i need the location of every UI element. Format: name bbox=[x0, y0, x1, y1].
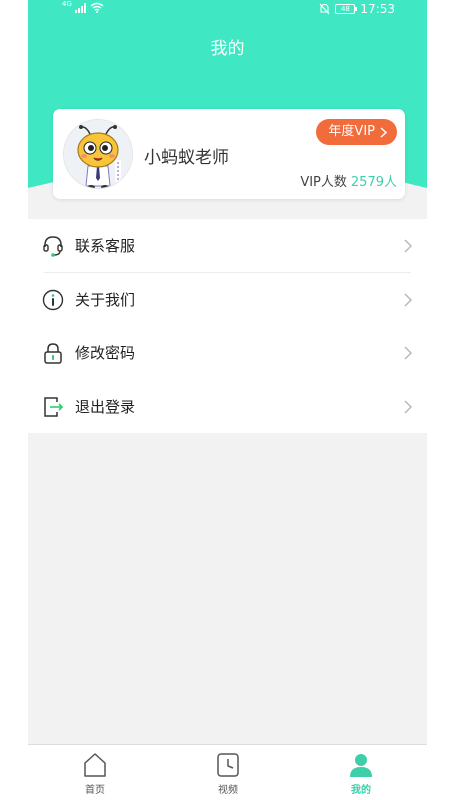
lock-icon bbox=[44, 342, 62, 364]
wifi-icon bbox=[90, 2, 104, 13]
nav-label-video: 视频 bbox=[218, 785, 238, 796]
menu-item-label: 退出登录 bbox=[75, 398, 136, 416]
chevron-right-icon bbox=[380, 126, 387, 138]
chevron-right-icon bbox=[404, 293, 412, 306]
vip-badge-label: 年度VIP bbox=[328, 124, 375, 139]
menu-item-about-us[interactable]: 关于我们 bbox=[28, 273, 427, 326]
avatar[interactable] bbox=[63, 119, 133, 189]
menu-item-label: 联系客服 bbox=[75, 237, 136, 255]
ant-mascot-avatar-icon bbox=[64, 120, 132, 188]
signal-icon bbox=[74, 2, 86, 13]
status-time: 17:53 bbox=[360, 2, 395, 16]
logout-icon bbox=[44, 396, 64, 417]
mute-bell-icon bbox=[319, 3, 330, 15]
vip-count: VIP人数 2579人 bbox=[300, 171, 397, 190]
status-left: 4G bbox=[62, 0, 104, 13]
profile-card[interactable]: 小蚂蚁老师 年度VIP VIP人数 2579人 bbox=[53, 109, 405, 199]
nav-tab-home[interactable]: 首页 bbox=[55, 745, 135, 800]
menu-item-label: 关于我们 bbox=[75, 291, 136, 309]
home-icon bbox=[84, 753, 106, 777]
status-bar: 4G 48 17:53 bbox=[28, 0, 427, 20]
menu-item-logout[interactable]: 退出登录 bbox=[28, 380, 427, 433]
info-icon bbox=[42, 289, 64, 310]
nav-tab-video[interactable]: 视频 bbox=[188, 745, 268, 800]
page-title: 我的 bbox=[210, 39, 245, 59]
nav-tab-mine[interactable]: 我的 bbox=[321, 745, 401, 800]
username: 小蚂蚁老师 bbox=[144, 148, 229, 168]
bottom-nav: 首页 视频 我的 bbox=[28, 744, 427, 800]
vip-badge[interactable]: 年度VIP bbox=[316, 119, 397, 145]
chevron-right-icon bbox=[404, 239, 412, 252]
person-icon bbox=[350, 754, 372, 777]
chevron-right-icon bbox=[404, 400, 412, 413]
app-root: 4G 48 17:53 我的 小蚂蚁老师 年度VIP VIP人数 2579人 联… bbox=[28, 0, 427, 800]
settings-menu: 联系客服 关于我们 修改密码 退出登录 bbox=[28, 219, 427, 433]
chevron-right-icon bbox=[404, 346, 412, 359]
clock-icon bbox=[217, 753, 239, 777]
nav-label-mine: 我的 bbox=[351, 785, 371, 796]
battery-indicator: 48 bbox=[335, 4, 358, 14]
nav-label-home: 首页 bbox=[85, 785, 105, 796]
menu-item-change-password[interactable]: 修改密码 bbox=[28, 326, 427, 379]
vip-count-label: VIP人数 bbox=[300, 175, 347, 190]
menu-item-label: 修改密码 bbox=[75, 344, 136, 362]
headset-icon bbox=[43, 235, 63, 257]
status-right: 48 17:53 bbox=[319, 2, 395, 16]
network-type: 4G bbox=[62, 0, 72, 8]
menu-item-contact-support[interactable]: 联系客服 bbox=[28, 219, 427, 273]
vip-count-value: 2579人 bbox=[350, 175, 397, 190]
